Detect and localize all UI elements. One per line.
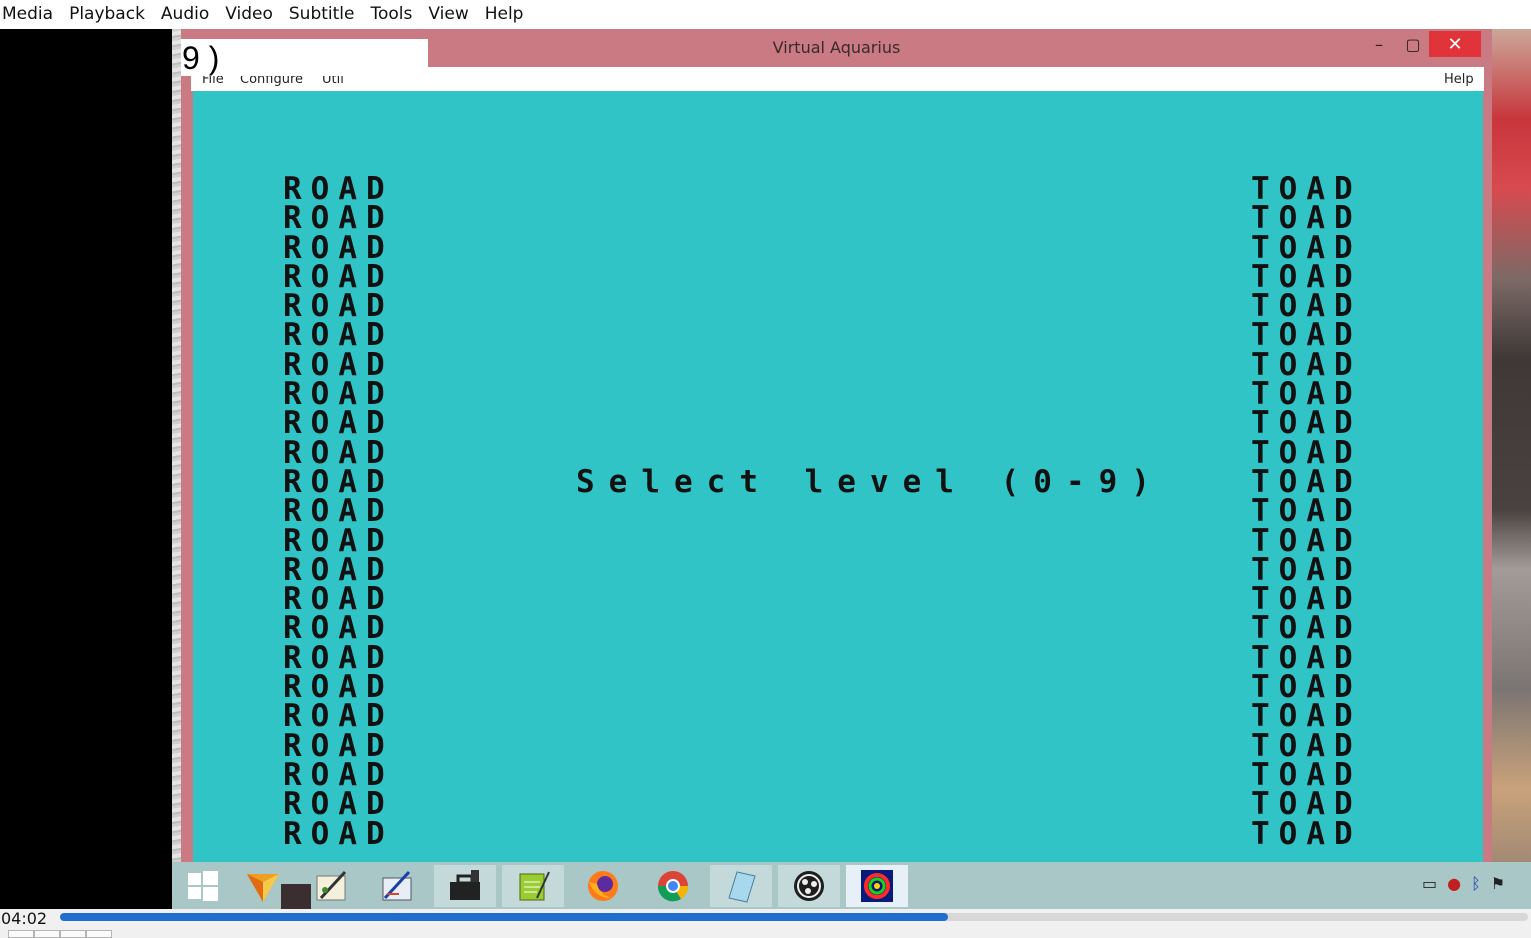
flag-icon[interactable]: ⚑ bbox=[1491, 874, 1505, 893]
chrome-icon[interactable] bbox=[642, 865, 704, 907]
quake-icon[interactable] bbox=[846, 865, 908, 907]
next-button[interactable] bbox=[86, 930, 112, 938]
toad-column: TOAD TOAD TOAD TOAD TOAD TOAD TOAD TOAD TOAD TOAD… bbox=[1251, 173, 1362, 852]
seek-bar[interactable] bbox=[60, 913, 1528, 921]
bluetooth-icon[interactable]: ᛒ bbox=[1471, 874, 1481, 893]
menu-subtitle[interactable]: Subtitle bbox=[287, 0, 363, 29]
taskbar: ▭ ● ᛒ ⚑ bbox=[172, 862, 1531, 909]
close-button[interactable]: ✕ bbox=[1429, 31, 1481, 57]
windows-start-icon[interactable] bbox=[172, 865, 234, 907]
menu-help-emulator[interactable]: Help bbox=[1444, 72, 1474, 87]
menu-view[interactable]: View bbox=[426, 0, 476, 29]
menu-tools[interactable]: Tools bbox=[368, 0, 420, 29]
speaker-icon[interactable]: ● bbox=[1447, 874, 1461, 893]
notes-icon[interactable] bbox=[710, 865, 772, 907]
elapsed-time: 04:02 bbox=[1, 909, 48, 928]
seek-progress bbox=[60, 913, 949, 921]
vlc-menubar: Media Playback Audio Video Subtitle Tool… bbox=[0, 0, 1531, 29]
system-tray: ▭ ● ᛒ ⚑ bbox=[1422, 874, 1505, 893]
desktop-background-right bbox=[1490, 29, 1531, 909]
battery-icon[interactable]: ▭ bbox=[1422, 874, 1437, 893]
emulator-screen[interactable]: ROAD ROAD ROAD ROAD ROAD ROAD ROAD ROAD ROAD ROAD… bbox=[193, 91, 1483, 863]
overlay-caption: 9 ) bbox=[181, 39, 428, 76]
menu-video[interactable]: Video bbox=[223, 0, 281, 29]
pen-tablet-icon[interactable] bbox=[366, 865, 428, 907]
stop-button[interactable] bbox=[60, 930, 86, 938]
play-button[interactable] bbox=[8, 930, 34, 938]
vlc-controls: 04:02 bbox=[0, 909, 1531, 938]
level-prompt: Select level (0-9) bbox=[576, 464, 1164, 500]
notepad-icon[interactable] bbox=[502, 865, 564, 907]
video-area[interactable]: Virtual Aquarius – ▢ ✕ File Configure Ut… bbox=[0, 29, 1531, 909]
menu-playback[interactable]: Playback bbox=[67, 0, 153, 29]
menu-help[interactable]: Help bbox=[483, 0, 532, 29]
toolbox-icon[interactable] bbox=[434, 865, 496, 907]
obs-icon[interactable] bbox=[778, 865, 840, 907]
maximize-button[interactable]: ▢ bbox=[1393, 31, 1433, 57]
prev-button[interactable] bbox=[34, 930, 60, 938]
toad-word: TOAD bbox=[1251, 815, 1362, 852]
firefox-icon[interactable] bbox=[572, 865, 634, 907]
road-word: ROAD bbox=[283, 815, 394, 852]
cursor-block bbox=[281, 884, 311, 909]
road-column: ROAD ROAD ROAD ROAD ROAD ROAD ROAD ROAD ROAD ROAD… bbox=[283, 173, 394, 852]
menu-audio[interactable]: Audio bbox=[159, 0, 217, 29]
emulator-window: Virtual Aquarius – ▢ ✕ File Configure Ut… bbox=[181, 29, 1492, 864]
menu-media[interactable]: Media bbox=[0, 0, 61, 29]
